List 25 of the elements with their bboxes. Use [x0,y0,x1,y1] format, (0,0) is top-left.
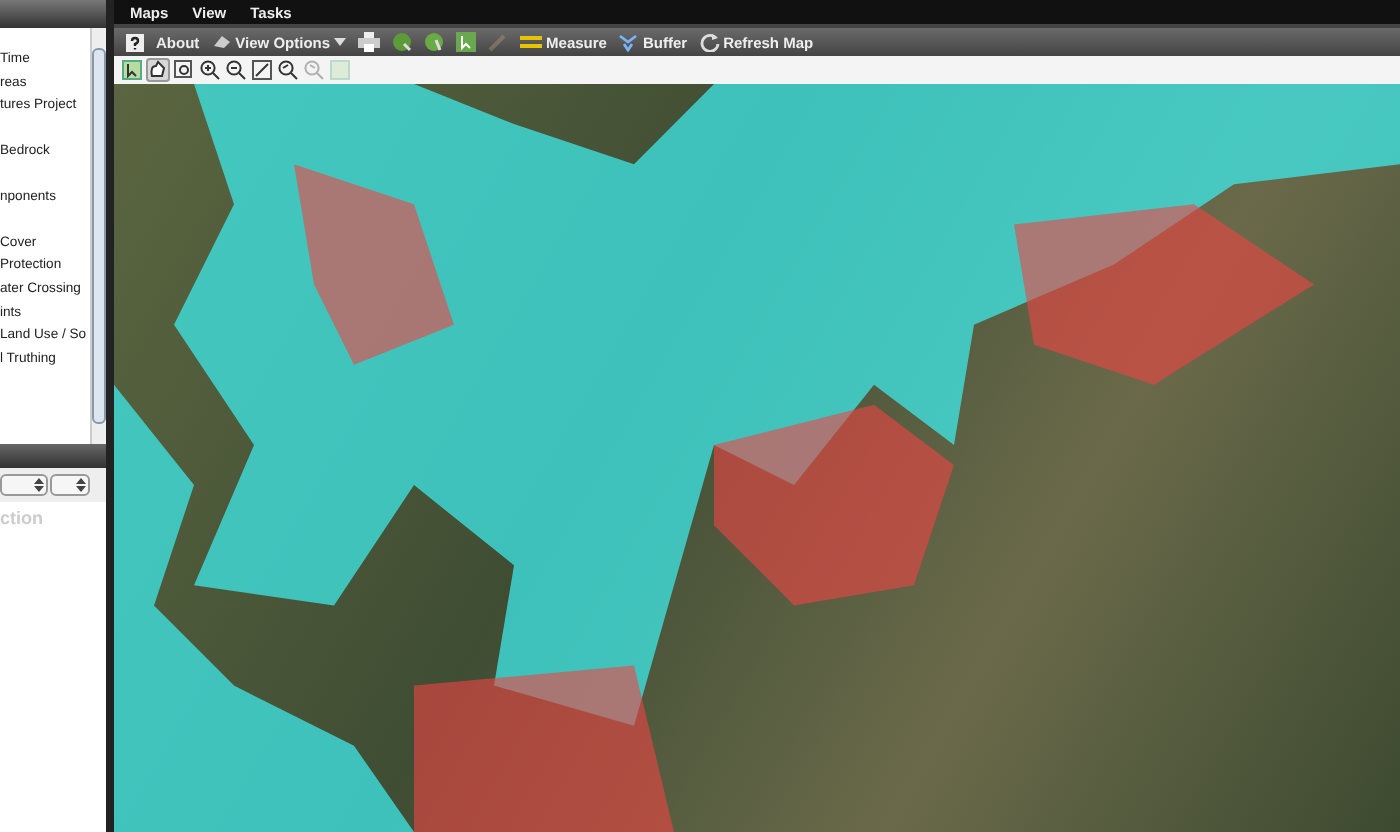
flood-map-drawing[interactable] [114,84,1400,832]
globe-icon[interactable] [424,32,445,52]
print-icon[interactable] [358,32,381,52]
pan-tool-button[interactable] [146,58,170,82]
ruler-icon [520,36,543,48]
zoom-in-tool-button[interactable] [198,58,222,82]
caret-icon [334,38,347,46]
zoom-box-tool-button[interactable] [172,58,196,82]
dropdown[interactable] [0,474,48,496]
help-icon[interactable] [126,33,144,51]
zoom-out-tool-button[interactable] [224,58,248,82]
select-tool-button[interactable] [120,58,144,82]
zoom-previous-tool-button[interactable] [276,58,300,82]
dropdown[interactable] [50,474,90,496]
panel-header [0,0,106,28]
globe-icon[interactable] [392,32,413,52]
refresh-icon [699,32,720,52]
stepper-icon [34,478,44,492]
stepper-icon [76,478,86,492]
scrollbar[interactable] [90,28,106,444]
buffer-icon [618,32,639,52]
full-extent-tool-button[interactable] [250,58,274,82]
panel-header [0,444,106,468]
select-icon[interactable] [456,32,477,52]
layers-icon [211,34,232,50]
